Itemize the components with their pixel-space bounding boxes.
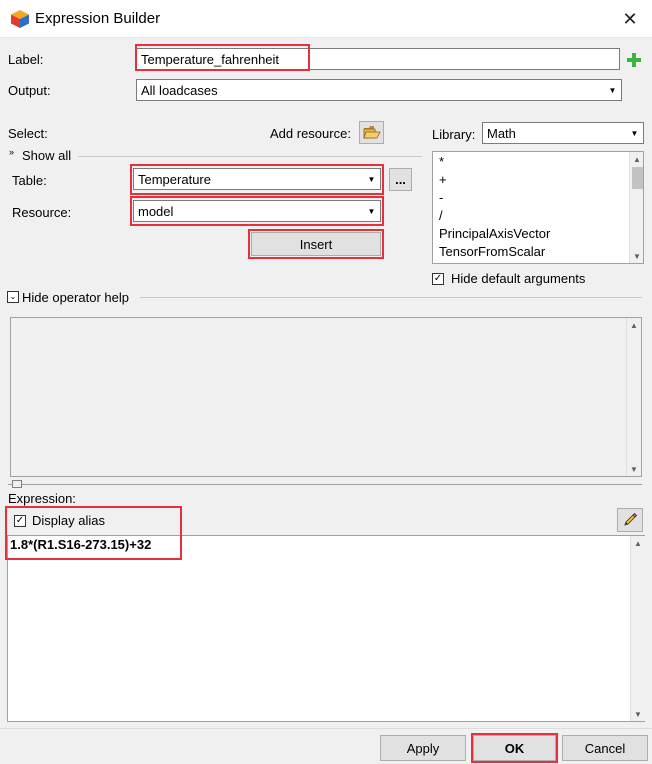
- scroll-up-icon[interactable]: ▲: [627, 318, 641, 332]
- scroll-down-icon[interactable]: ▼: [630, 249, 643, 263]
- plus-icon[interactable]: [626, 52, 642, 68]
- output-select[interactable]: All loadcases ▼: [136, 79, 622, 101]
- expression-editor[interactable]: ▲ ▼: [7, 535, 645, 722]
- list-item[interactable]: *: [439, 154, 444, 169]
- library-scrollbar[interactable]: ▲ ▼: [629, 152, 643, 263]
- expression-highlight: [5, 506, 182, 560]
- output-value: All loadcases: [141, 83, 218, 98]
- table-more-button[interactable]: ...: [389, 168, 412, 191]
- show-all-divider: [78, 156, 422, 157]
- scroll-thumb[interactable]: [632, 167, 643, 189]
- splitter[interactable]: [8, 484, 642, 485]
- list-item[interactable]: /: [439, 208, 443, 223]
- splitter-handle[interactable]: [12, 480, 22, 488]
- library-list[interactable]: * + - / PrincipalAxisVector TensorFromSc…: [432, 151, 644, 264]
- resource-caption: Resource:: [12, 205, 72, 220]
- expression-scrollbar[interactable]: ▲ ▼: [630, 536, 645, 721]
- list-item[interactable]: TensorFromScalar: [439, 244, 545, 259]
- edit-expression-button[interactable]: [617, 508, 643, 532]
- table-caption: Table:: [12, 173, 47, 188]
- folder-open-icon: [362, 126, 381, 139]
- show-all-toggle[interactable]: Show all: [22, 148, 71, 163]
- window-title: Expression Builder: [35, 10, 161, 27]
- chevron-down-double-icon[interactable]: »: [9, 147, 14, 157]
- library-value: Math: [487, 126, 516, 141]
- library-caption: Library:: [432, 127, 476, 142]
- apply-button[interactable]: Apply: [380, 735, 466, 761]
- help-scrollbar[interactable]: ▲ ▼: [626, 318, 641, 476]
- ok-highlight: [471, 733, 558, 763]
- label-value: Temperature_fahrenheit: [141, 52, 280, 67]
- hide-default-args-checkbox[interactable]: ✓: [432, 273, 444, 285]
- operator-help-divider: [140, 297, 642, 298]
- chevron-down-icon: ▼: [605, 81, 620, 99]
- cancel-button[interactable]: Cancel: [562, 735, 648, 761]
- select-caption: Select:: [8, 126, 48, 141]
- add-resource-caption: Add resource:: [270, 126, 351, 141]
- expression-caption: Expression:: [8, 491, 76, 506]
- chevron-down-icon: ▼: [627, 124, 642, 142]
- list-item[interactable]: +: [439, 172, 447, 187]
- pencil-icon: [624, 512, 638, 526]
- scroll-up-icon[interactable]: ▲: [630, 152, 643, 166]
- app-cube-icon: [10, 9, 30, 29]
- operator-help-panel: ▲ ▼: [10, 317, 642, 477]
- add-resource-button[interactable]: [359, 121, 384, 144]
- label-caption: Label:: [8, 52, 44, 67]
- close-icon[interactable]: ✕: [612, 5, 648, 33]
- list-item[interactable]: -: [439, 190, 443, 205]
- list-item[interactable]: PrincipalAxisVector: [439, 226, 550, 241]
- resource-highlight: [130, 196, 384, 226]
- collapse-icon[interactable]: ⌄: [7, 291, 19, 303]
- scroll-down-icon[interactable]: ▼: [627, 462, 641, 476]
- scroll-down-icon[interactable]: ▼: [631, 707, 645, 721]
- output-caption: Output:: [8, 83, 51, 98]
- library-select[interactable]: Math ▼: [482, 122, 644, 144]
- table-highlight: [130, 164, 384, 195]
- scroll-up-icon[interactable]: ▲: [631, 536, 645, 550]
- hide-default-args-label: Hide default arguments: [451, 271, 586, 286]
- hide-operator-help[interactable]: Hide operator help: [22, 290, 129, 305]
- insert-highlight: [248, 229, 384, 259]
